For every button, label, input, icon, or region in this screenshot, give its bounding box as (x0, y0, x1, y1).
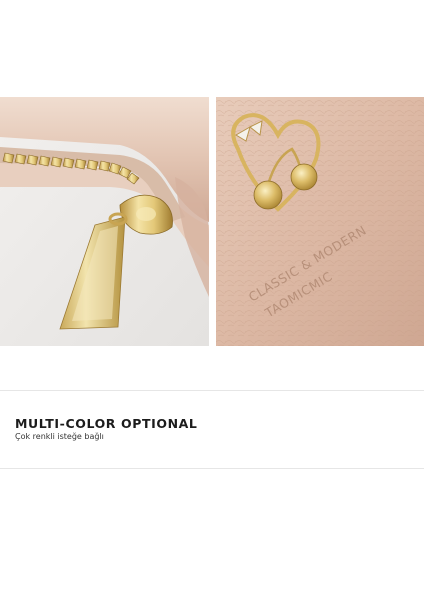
zipper-closeup-photo (0, 97, 209, 346)
section-divider-top (0, 390, 424, 391)
feature-title: MULTI-COLOR OPTIONAL (15, 416, 198, 431)
logo-closeup-photo: CLASSIC & MODERN TAOMICMIC (216, 97, 424, 346)
feature-subtitle: Çok renkli isteğe bağlı (15, 432, 104, 441)
section-divider-bottom (0, 468, 424, 469)
zipper-closeup-illustration (0, 97, 209, 346)
logo-closeup-illustration: CLASSIC & MODERN TAOMICMIC (216, 97, 424, 346)
